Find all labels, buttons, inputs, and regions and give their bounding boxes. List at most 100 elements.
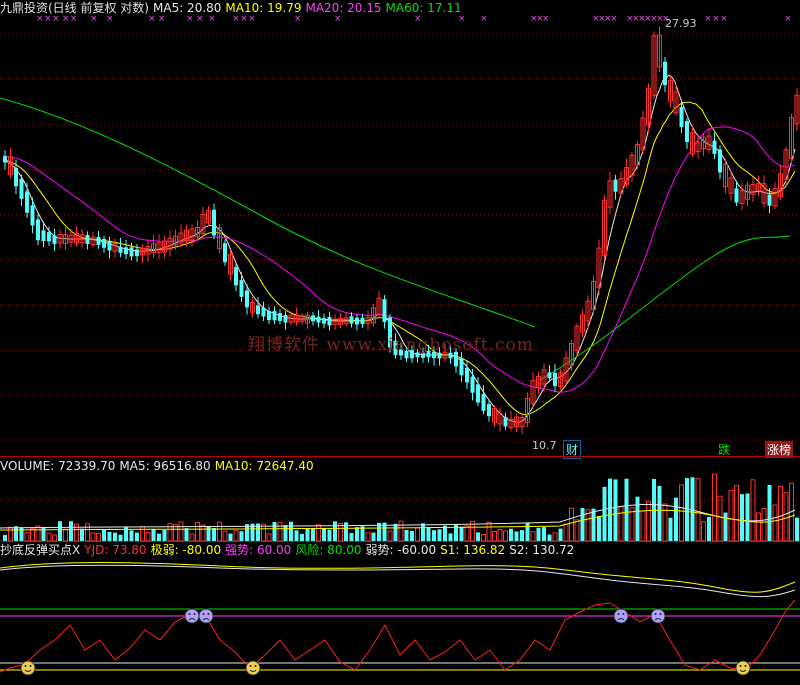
indicator-lines (0, 562, 800, 676)
volume-bar-up (415, 527, 420, 542)
candle-down (382, 299, 387, 322)
volume-bar-up (486, 521, 492, 542)
volume-bar-down (542, 527, 546, 541)
volume-bar-up (277, 521, 283, 542)
ma60-label: MA60: 17.11 (385, 1, 462, 15)
volume-bar-down (294, 530, 299, 541)
volume-bar-up (728, 489, 734, 542)
volume-bar-down (135, 532, 139, 541)
volume-bar-down (580, 508, 585, 541)
candle-down (349, 316, 354, 324)
volume-bar-down (723, 512, 728, 541)
signal-cross-marker: × (458, 14, 466, 24)
s2-label: S2: 130.72 (509, 543, 575, 557)
volume-bar-up (74, 523, 79, 542)
candle-down (360, 317, 365, 325)
s1-line (0, 562, 796, 593)
signal-cross-marker: × (294, 14, 302, 24)
main-chart-header: 九鼎投资(日线 前复权 对数) MA5: 20.80 MA10: 19.79 MA20… (0, 1, 466, 15)
volume-bar-down (509, 528, 513, 541)
volume-bar-down (58, 521, 62, 541)
volume-bar-down (3, 535, 7, 541)
signal-cross-marker: × (36, 14, 44, 24)
buy-smiley-icon (735, 660, 751, 676)
volume-bar-down (635, 496, 640, 541)
volume-bar-down (707, 516, 711, 541)
candle-down (52, 235, 57, 245)
signal-cross-marker: × (414, 14, 422, 24)
volume-bar-up (679, 484, 684, 542)
volume-bar-up (365, 532, 371, 542)
volume-bar-down (327, 529, 332, 541)
volume-bar-up (96, 532, 101, 542)
sell-sad-face-icon (184, 608, 200, 624)
volume-bar-down (690, 477, 695, 541)
signal-cross-marker: × (248, 14, 256, 24)
candle-down (245, 290, 249, 308)
candle-down (712, 140, 717, 154)
volume-bar-down (668, 517, 673, 541)
finance-badge[interactable]: 财 (563, 440, 582, 459)
candle-down (322, 318, 326, 324)
candle-down (3, 156, 7, 163)
sell-sad-face-icon (613, 608, 629, 624)
candle-down (311, 315, 315, 322)
candle-down (327, 316, 332, 326)
candle-down (679, 107, 684, 128)
volume-bar-up (569, 507, 574, 542)
face-eye (617, 613, 620, 615)
volume-bar-up (497, 528, 503, 542)
volume-bar-up (261, 523, 266, 542)
volume-bar-up (52, 534, 57, 542)
volume-bar-up (750, 479, 756, 542)
volume-bar-up (503, 530, 508, 542)
volume-bar-down (102, 529, 106, 541)
candle-down (118, 246, 123, 253)
volume-bar-down (674, 497, 678, 541)
volume-bar-down (124, 526, 128, 541)
signal-cross-marker: × (106, 14, 114, 24)
candle-down (223, 243, 227, 263)
volume-bar-down (558, 528, 563, 541)
signal-cross-marker: × (186, 14, 194, 24)
fall-badge[interactable]: 跌 (716, 441, 732, 458)
candle-down (476, 384, 480, 403)
volume-bar-up (30, 528, 35, 542)
volume-bar-up (662, 503, 668, 542)
volume-bar-up (756, 512, 761, 542)
volume-bar-up (492, 530, 497, 542)
candle-down (124, 247, 128, 255)
volume-ma5-label: MA5: 96516.80 (119, 459, 211, 473)
volume-bar-down (602, 486, 607, 541)
volume-bar-up (63, 528, 68, 542)
volume-bar-up (145, 531, 151, 542)
signal-cross-marker: × (240, 14, 248, 24)
limit-up-badge[interactable]: 涨榜 (765, 441, 794, 458)
volume-bar-down (212, 528, 216, 541)
volume-bar-down (476, 532, 480, 541)
signal-cross-marker: × (70, 14, 78, 24)
volume-bar-down (459, 526, 464, 541)
face-eye (739, 665, 742, 667)
candlestick-series (3, 26, 800, 435)
volume-bar-up (629, 507, 635, 542)
volume-bar-down (129, 530, 134, 541)
volume-bar-up (85, 523, 90, 542)
candle-down (718, 149, 722, 173)
volume-bar-down (107, 531, 112, 541)
signal-cross-marker: × (610, 14, 618, 24)
volume-bar-down (525, 522, 530, 541)
candle-down (481, 393, 486, 411)
buy-smiley-icon (20, 660, 36, 676)
volume-bar-up (316, 524, 321, 542)
volume-bar-up (530, 531, 536, 542)
candle-down (767, 194, 772, 206)
face-eye (254, 665, 257, 667)
volume-bar-down (80, 528, 84, 541)
volume-bar-up (200, 524, 206, 542)
candle-down (487, 404, 491, 417)
candle-down (459, 358, 464, 376)
ma10-label: MA10: 19.79 (225, 1, 302, 15)
volume-bar-up (178, 521, 184, 542)
volume-bar-up (646, 500, 651, 542)
